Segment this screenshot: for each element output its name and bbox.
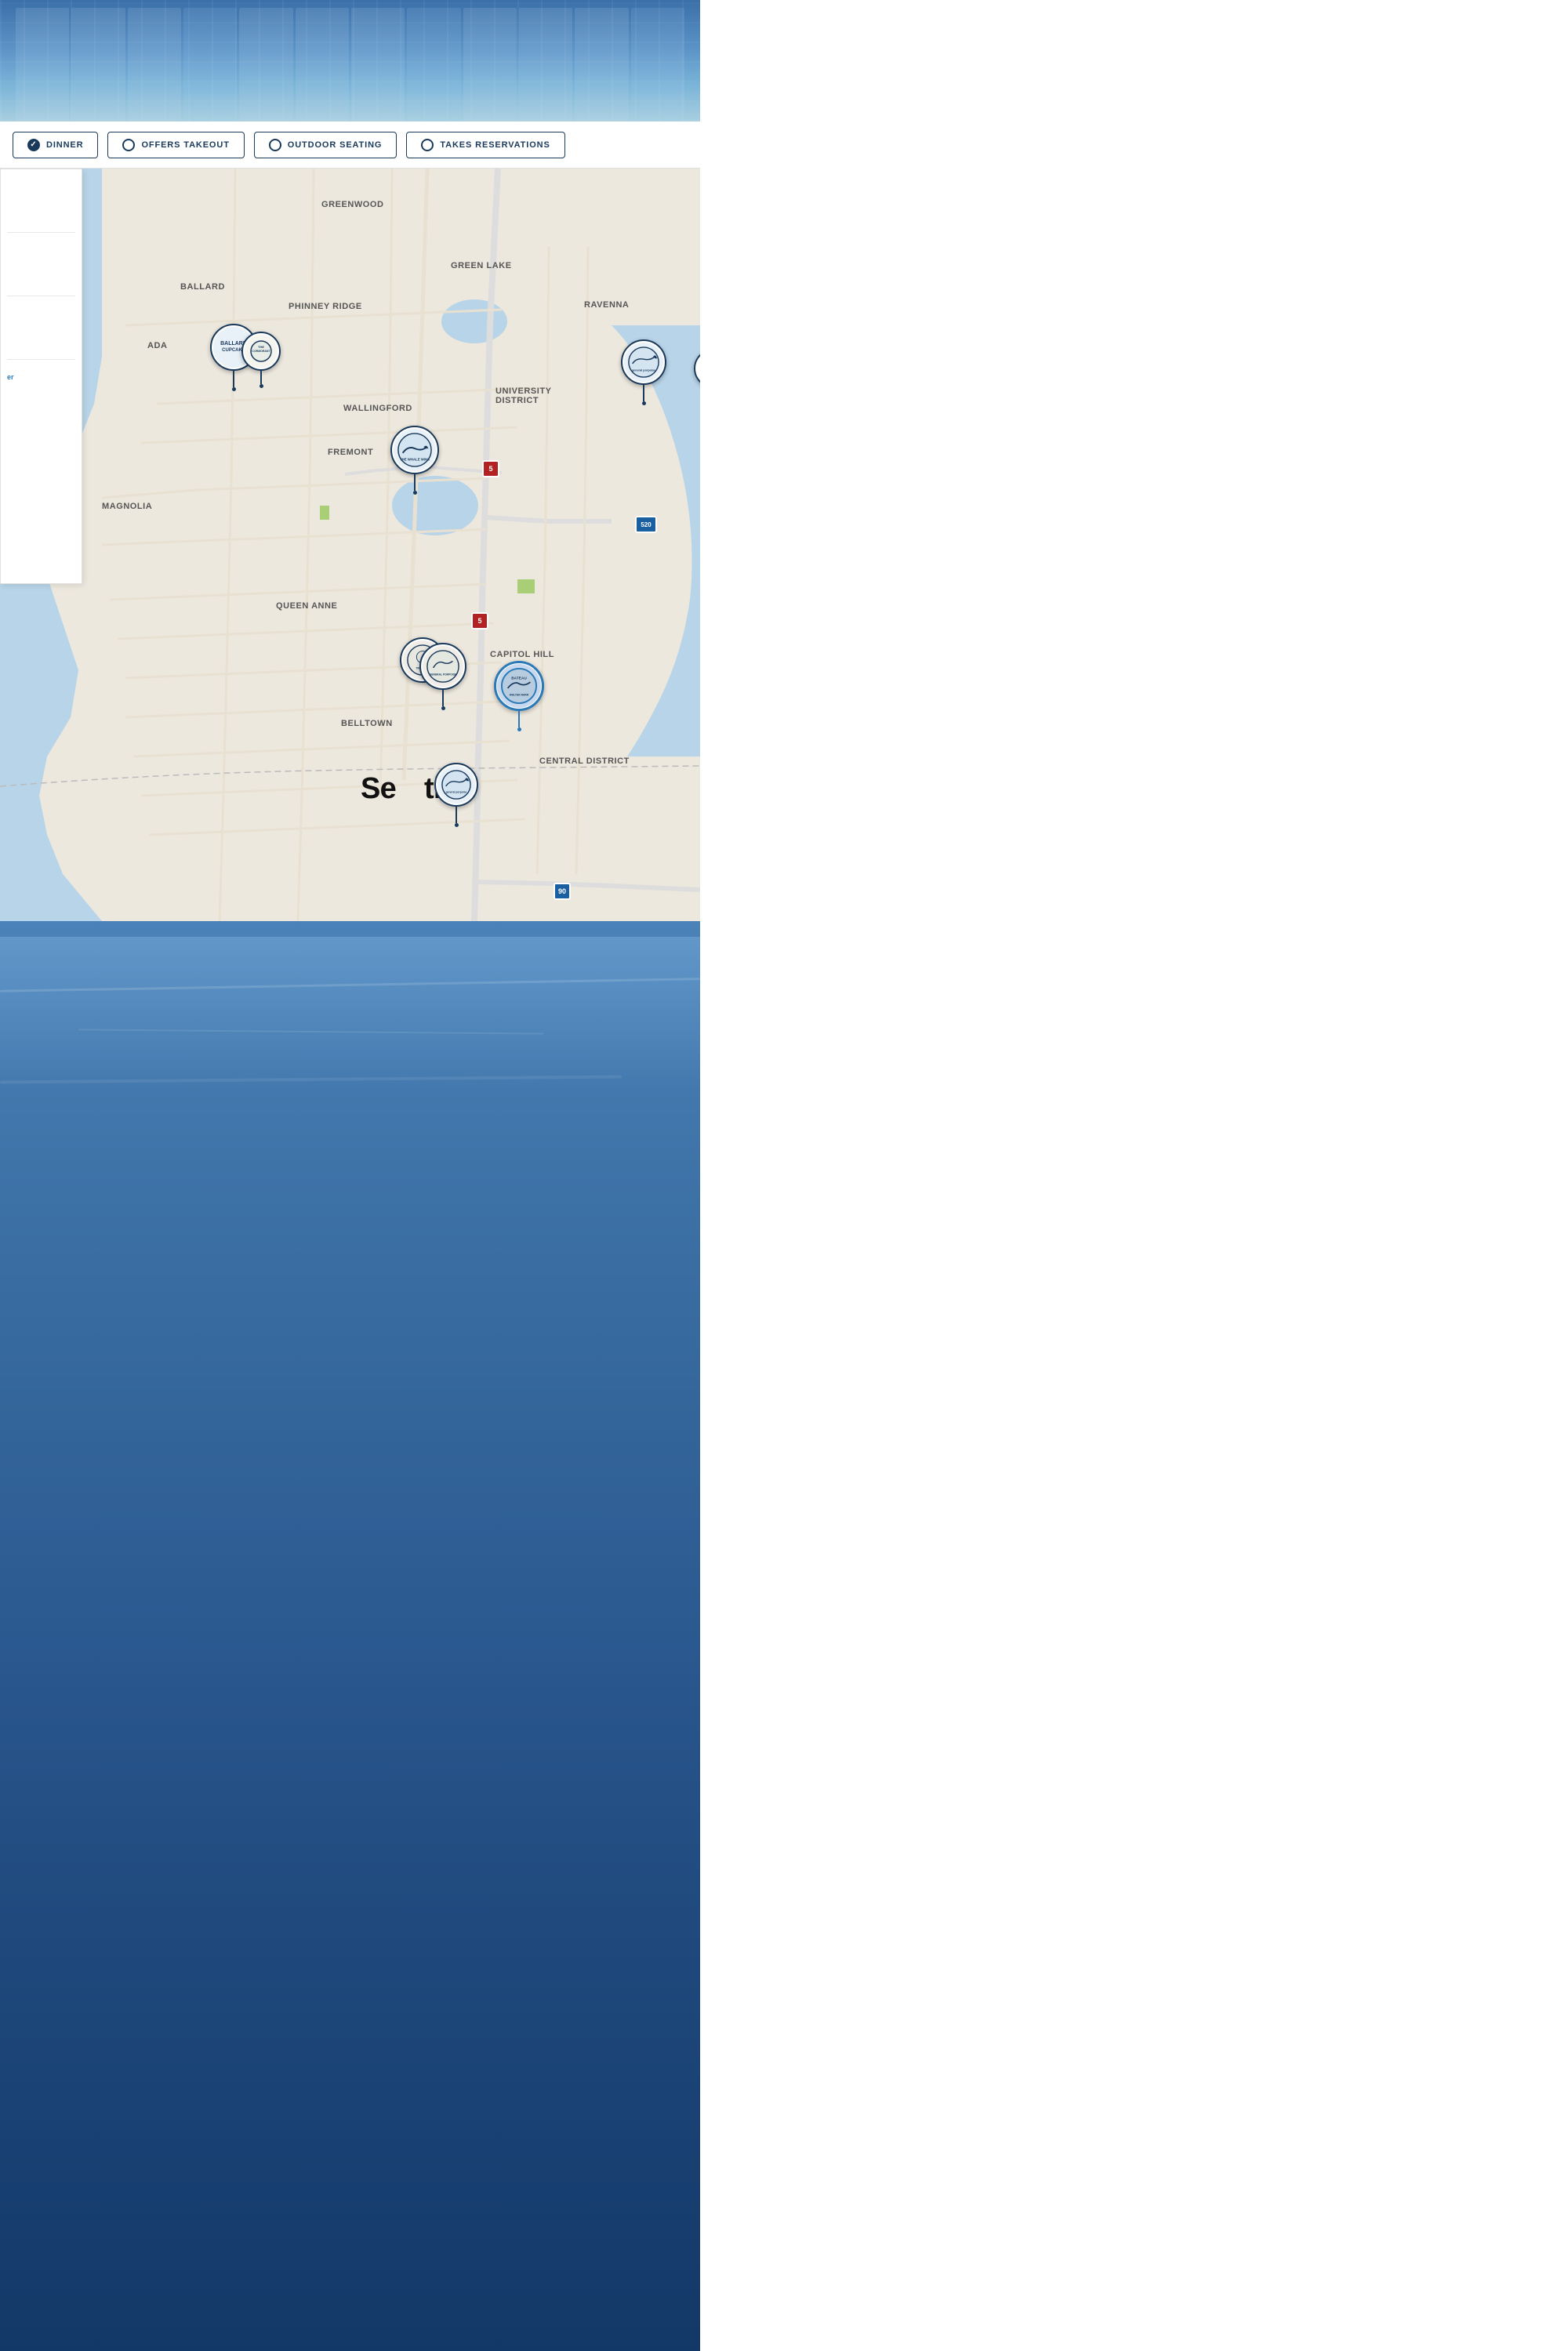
svg-text:THE: THE (258, 345, 264, 349)
sidebar-text-4: er (7, 373, 14, 381)
highway-5-south: 5 (471, 612, 488, 629)
pin-edge[interactable]: GP (686, 349, 700, 407)
highway-520: 520 (635, 516, 657, 533)
map-container[interactable]: GREENWOOD GREEN LAKE RAVENNA BALLARD PHI… (0, 169, 700, 921)
filter-outdoor-seating[interactable]: OUTDOOR SEATING (254, 132, 397, 158)
sidebar-entry-2 (1, 233, 82, 296)
pin-bateau[interactable]: BATEAU WALTER RARR (494, 661, 544, 731)
sidebar-entry-1 (1, 169, 82, 232)
svg-text:GENERAL PORPOISE: GENERAL PORPOISE (430, 673, 457, 676)
highway-5-north: 5 (482, 460, 499, 477)
svg-text:BATEAU: BATEAU (511, 676, 527, 680)
svg-text:WALTER RARR: WALTER RARR (510, 693, 529, 696)
sidebar-entry-4: er (1, 360, 82, 423)
filter-bar: DINNER OFFERS TAKEOUT OUTDOOR SEATING TA… (0, 122, 700, 169)
takeout-radio-icon (122, 139, 135, 151)
highway-90: 90 (554, 883, 571, 900)
svg-text:general porpoise: general porpoise (446, 790, 467, 793)
filter-outdoor-label: OUTDOOR SEATING (288, 140, 383, 150)
hero-background (0, 0, 700, 122)
reservations-radio-icon (421, 139, 434, 151)
filter-reservations-label: TAKES RESERVATIONS (440, 140, 550, 150)
filter-takeout-label: OFFERS TAKEOUT (141, 140, 229, 150)
pin-belltown-mid[interactable]: GENERAL PORPOISE (419, 643, 466, 710)
filter-takes-reservations[interactable]: TAKES RESERVATIONS (406, 132, 564, 158)
filter-dinner-label: DINNER (46, 140, 83, 150)
pin-seattle-gp[interactable]: general porpoise (434, 763, 478, 827)
map-svg (0, 169, 700, 921)
sidebar-panel: er (0, 169, 82, 584)
svg-text:THE WHALE WINS: THE WHALE WINS (400, 457, 430, 461)
bottom-section (0, 921, 700, 2351)
pin-ravenna-gp[interactable]: general porpoise (621, 339, 666, 405)
pin-fremont-whale[interactable]: THE WHALE WINS (390, 426, 439, 495)
filter-dinner[interactable]: DINNER (13, 132, 98, 158)
pin-adams-2[interactable]: THE CORMORANT (241, 332, 281, 388)
sidebar-entry-3 (1, 296, 82, 359)
svg-text:general porpoise: general porpoise (632, 368, 656, 372)
dinner-radio-icon (27, 139, 40, 151)
filter-offers-takeout[interactable]: OFFERS TAKEOUT (107, 132, 244, 158)
outdoor-radio-icon (269, 139, 281, 151)
svg-text:CORMORANT: CORMORANT (252, 350, 270, 353)
